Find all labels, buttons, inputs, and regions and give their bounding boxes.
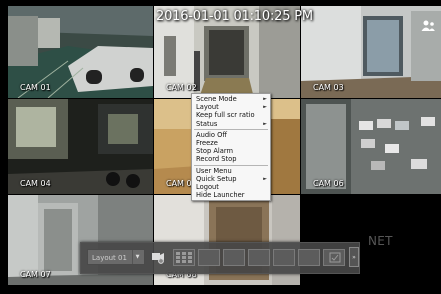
chevron-down-icon: ▼ (132, 250, 142, 264)
launcher-slot-button[interactable] (273, 249, 295, 266)
grid-layout-icon (176, 252, 192, 263)
menu-item-label: Audio Off (196, 130, 228, 139)
menu-item-label: Freeze (196, 138, 218, 147)
monitor-screen: CAM 01 CAM 02 CAM 03 CAM 04 CAM 05 CAM 0… (0, 0, 441, 294)
submenu-arrow-icon: ► (263, 104, 267, 111)
menu-item-user-menu[interactable]: User Menu (192, 167, 270, 175)
layout-select-value: Layout 01 (92, 254, 127, 262)
menu-separator (194, 164, 268, 166)
menu-item-quick-setup[interactable]: Quick Setup ► (192, 175, 270, 183)
camera-label: CAM 02 (166, 83, 197, 92)
user-icon (421, 20, 435, 31)
launcher-slot-button[interactable] (248, 249, 270, 266)
menu-item-logout[interactable]: Logout (192, 183, 270, 191)
timestamp-overlay: 2016-01-01 01:10:25 PM (156, 9, 313, 24)
expand-icon[interactable]: » (349, 247, 359, 267)
menu-item-hide-launcher[interactable]: Hide Launcher (192, 191, 270, 199)
menu-item-label: Keep full scr ratio (196, 111, 255, 120)
submenu-arrow-icon: ► (263, 96, 267, 102)
menu-item-record-stop[interactable]: Record Stop (192, 155, 270, 163)
submenu-arrow-icon: ► (263, 175, 267, 182)
context-menu: Scene Mode ► Layout ► Keep full scr ratio … (191, 93, 271, 202)
menu-item-label: Quick Setup (196, 174, 237, 183)
camera-label: CAM 01 (20, 83, 51, 92)
menu-item-label: Record Stop (196, 155, 237, 164)
camera-label: CAM 03 (313, 83, 344, 92)
camera-tile-cam04[interactable]: CAM 04 (8, 99, 153, 194)
camera-tile-cam03[interactable]: CAM 03 (301, 6, 441, 98)
camera-label: CAM 04 (20, 179, 51, 188)
menu-separator (194, 128, 268, 130)
menu-item-keep-full-scr-ratio[interactable]: Keep full scr ratio (192, 111, 270, 119)
menu-item-label: Stop Alarm (196, 147, 234, 156)
launcher-check-button[interactable] (323, 249, 345, 266)
launcher-slot-button[interactable] (223, 249, 245, 266)
menu-item-label: Status (196, 119, 218, 128)
menu-item-label: User Menu (196, 166, 232, 175)
menu-item-audio-off[interactable]: Audio Off (192, 131, 270, 139)
checkbox-icon (329, 252, 341, 263)
camera-settings-icon[interactable] (151, 250, 165, 264)
launcher-slot-button[interactable] (298, 249, 320, 266)
camera-tile-cam06[interactable]: CAM 06 (301, 99, 441, 194)
menu-item-layout[interactable]: Layout ► (192, 103, 270, 111)
menu-item-scene-mode[interactable]: Scene Mode ► (192, 95, 270, 103)
menu-item-label: Logout (196, 182, 219, 191)
menu-item-stop-alarm[interactable]: Stop Alarm (192, 147, 270, 155)
menu-item-label: Scene Mode (196, 95, 237, 103)
submenu-arrow-icon: ► (263, 120, 267, 127)
grid-layout-button[interactable] (173, 249, 195, 266)
menu-item-label: Hide Launcher (196, 191, 245, 200)
camera-label: CAM 06 (313, 179, 344, 188)
menu-item-status[interactable]: Status ► (192, 120, 270, 128)
menu-item-label: Layout (196, 103, 219, 112)
launcher-bar: Layout 01 ▼ » (80, 242, 360, 274)
brand-watermark: NET (368, 234, 393, 248)
launcher-slot-button[interactable] (198, 249, 220, 266)
menu-item-freeze[interactable]: Freeze (192, 139, 270, 147)
camera-label: CAM 07 (20, 270, 51, 279)
camera-tile-cam01[interactable]: CAM 01 (8, 6, 153, 98)
layout-select[interactable]: Layout 01 ▼ (87, 249, 145, 265)
